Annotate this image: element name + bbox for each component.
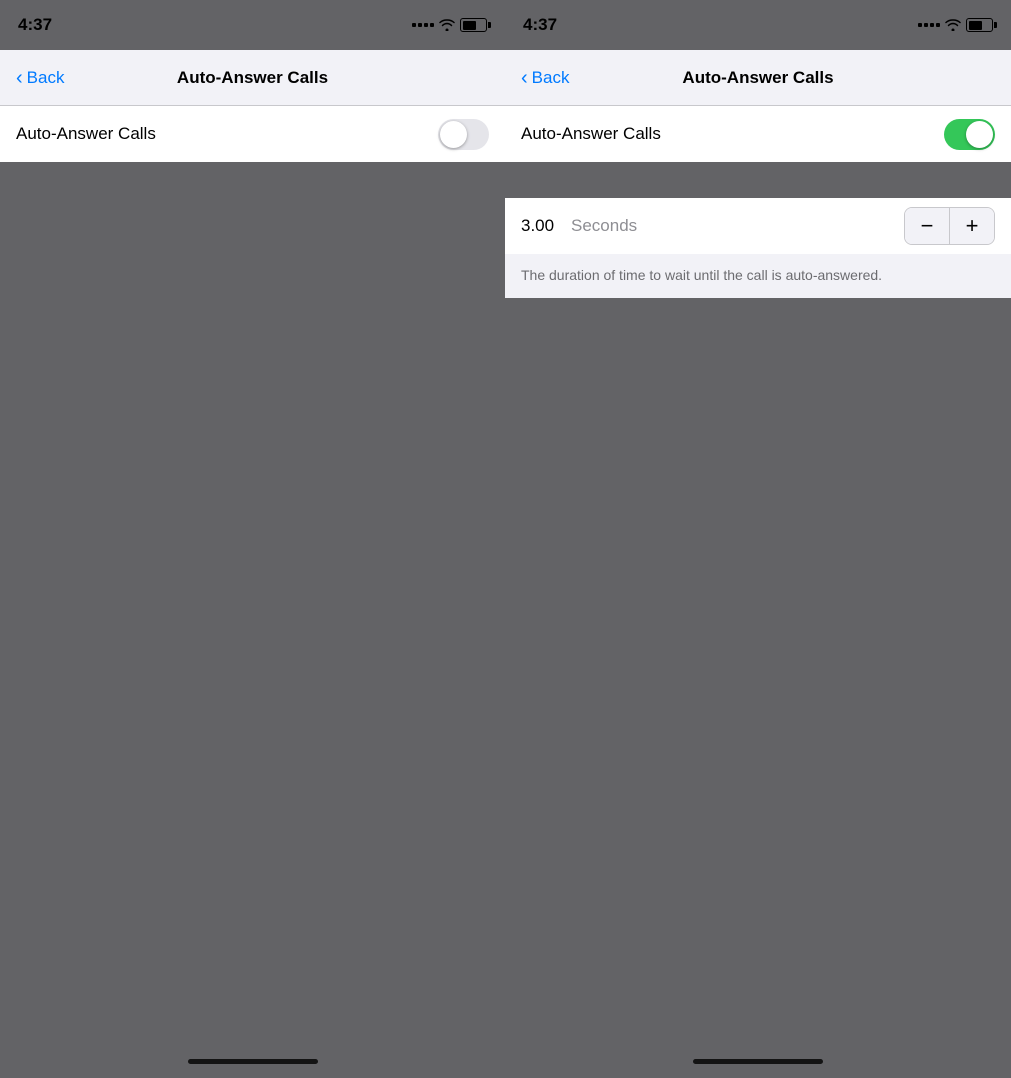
right-phone-panel: 4:37 ‹ Back Auto-Answer Calls (505, 0, 1011, 1078)
right-toggle-knob (966, 121, 993, 148)
right-back-chevron-icon: ‹ (521, 68, 528, 88)
right-back-label: Back (532, 68, 570, 88)
right-stepper-controls: − + (904, 207, 995, 245)
right-home-indicator (505, 1044, 1011, 1078)
right-stepper-value: 3.00 (521, 216, 571, 236)
right-stepper-unit: Seconds (571, 216, 904, 236)
left-back-button[interactable]: ‹ Back (16, 68, 64, 88)
right-auto-answer-label: Auto-Answer Calls (521, 124, 944, 144)
left-back-label: Back (27, 68, 65, 88)
left-toggle-knob (440, 121, 467, 148)
left-status-bar: 4:37 (0, 0, 505, 50)
right-fill-area (505, 298, 1011, 1044)
left-home-indicator (0, 1044, 505, 1078)
left-toggle-off[interactable] (438, 119, 489, 150)
left-nav-bar: ‹ Back Auto-Answer Calls (0, 50, 505, 106)
left-signal-dots (412, 23, 434, 27)
left-back-chevron-icon: ‹ (16, 68, 23, 88)
right-divider-bar (505, 162, 1011, 198)
left-status-icons (412, 18, 487, 32)
left-nav-title: Auto-Answer Calls (177, 68, 328, 88)
right-description-text: The duration of time to wait until the c… (521, 266, 995, 286)
right-increment-button[interactable]: + (950, 208, 994, 244)
right-stepper-row: 3.00 Seconds − + (505, 198, 1011, 254)
right-settings-row: Auto-Answer Calls (505, 106, 1011, 162)
right-status-time: 4:37 (523, 15, 557, 35)
right-battery-icon (966, 18, 993, 32)
left-auto-answer-label: Auto-Answer Calls (16, 124, 438, 144)
right-nav-title: Auto-Answer Calls (682, 68, 833, 88)
left-wifi-icon (439, 19, 455, 31)
right-signal-dots (918, 23, 940, 27)
right-back-button[interactable]: ‹ Back (521, 68, 569, 88)
left-phone-panel: 4:37 ‹ Back Auto-An (0, 0, 505, 1078)
left-settings-row: Auto-Answer Calls (0, 106, 505, 162)
right-description-area: The duration of time to wait until the c… (505, 254, 1011, 298)
left-battery-icon (460, 18, 487, 32)
right-status-icons (918, 18, 993, 32)
right-nav-bar: ‹ Back Auto-Answer Calls (505, 50, 1011, 106)
left-home-bar (188, 1059, 318, 1064)
right-status-bar: 4:37 (505, 0, 1011, 50)
right-toggle-on[interactable] (944, 119, 995, 150)
left-fill-area (0, 162, 505, 1044)
left-status-time: 4:37 (18, 15, 52, 35)
right-home-bar (693, 1059, 823, 1064)
right-decrement-button[interactable]: − (905, 208, 949, 244)
right-wifi-icon (945, 19, 961, 31)
